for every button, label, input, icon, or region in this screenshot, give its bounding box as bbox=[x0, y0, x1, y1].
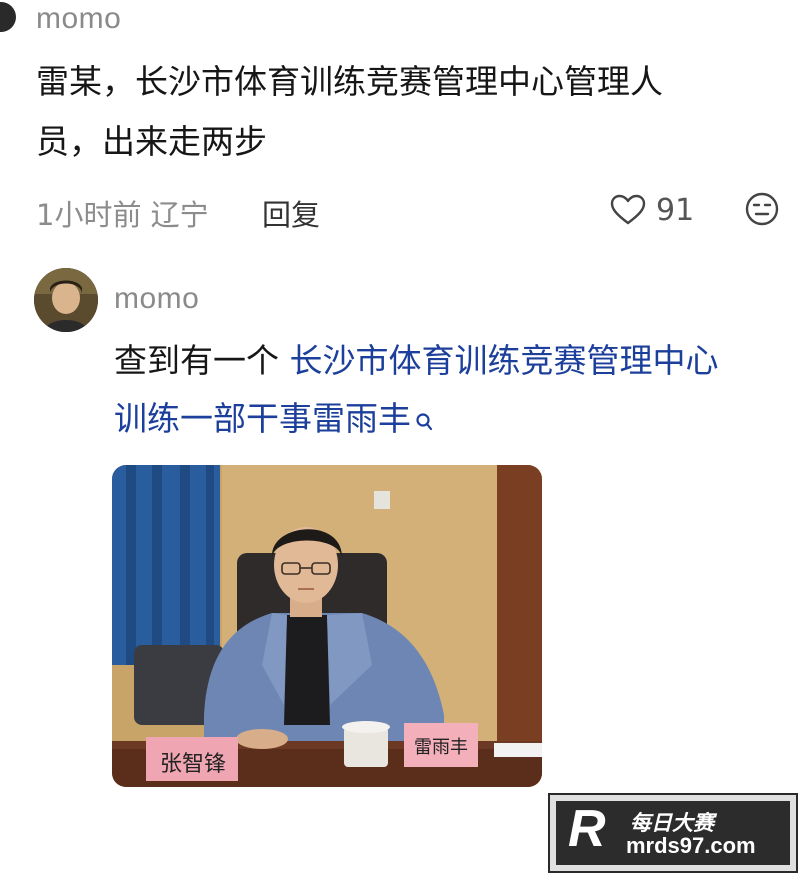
reply-username[interactable]: momo bbox=[114, 282, 199, 316]
reply-text-line-1: 查到有一个 长沙市体育训练竞赛管理中心 bbox=[114, 332, 800, 390]
search-link-line-1[interactable]: 长沙市体育训练竞赛管理中心 bbox=[290, 341, 719, 380]
comment-time-location: 1小时前 辽宁 bbox=[36, 198, 209, 232]
comment-text-line-1: 雷某，长沙市体育训练竞赛管理中心管理人 bbox=[36, 62, 663, 101]
reply-button[interactable]: 回复 bbox=[262, 192, 320, 234]
nameplate-left: 张智锋 bbox=[159, 752, 226, 777]
user-avatar[interactable] bbox=[0, 2, 16, 32]
reply-user-avatar[interactable] bbox=[34, 268, 98, 332]
heart-icon[interactable] bbox=[610, 194, 646, 226]
reply-text: 查到有一个 长沙市体育训练竞赛管理中心 训练一部干事雷雨丰 bbox=[114, 332, 800, 452]
search-link-line-2[interactable]: 训练一部干事雷雨丰 bbox=[114, 399, 411, 438]
reply-text-prefix: 查到有一个 bbox=[114, 341, 290, 380]
comment-meta-row: 1小时前 辽宁 回复 91 bbox=[36, 188, 786, 232]
comment-text-line-2: 员，出来走两步 bbox=[36, 122, 267, 161]
watermark-url: mrds97.com bbox=[626, 833, 756, 858]
attached-photo[interactable]: 张智锋 雷雨丰 bbox=[112, 465, 542, 787]
comment-username[interactable]: momo bbox=[36, 2, 121, 36]
comment-text: 雷某，长沙市体育训练竞赛管理中心管理人 员，出来走两步 bbox=[36, 52, 766, 172]
like-button[interactable]: 91 bbox=[610, 188, 694, 232]
emoji-icon[interactable] bbox=[744, 191, 780, 231]
watermark: R 每日大赛 mrds97.com bbox=[548, 793, 798, 873]
search-icon[interactable] bbox=[415, 394, 433, 452]
nameplate-right: 雷雨丰 bbox=[414, 737, 468, 758]
reply-text-line-2: 训练一部干事雷雨丰 bbox=[114, 390, 800, 452]
watermark-logo-letter: R bbox=[568, 800, 606, 858]
like-count: 91 bbox=[656, 192, 695, 228]
